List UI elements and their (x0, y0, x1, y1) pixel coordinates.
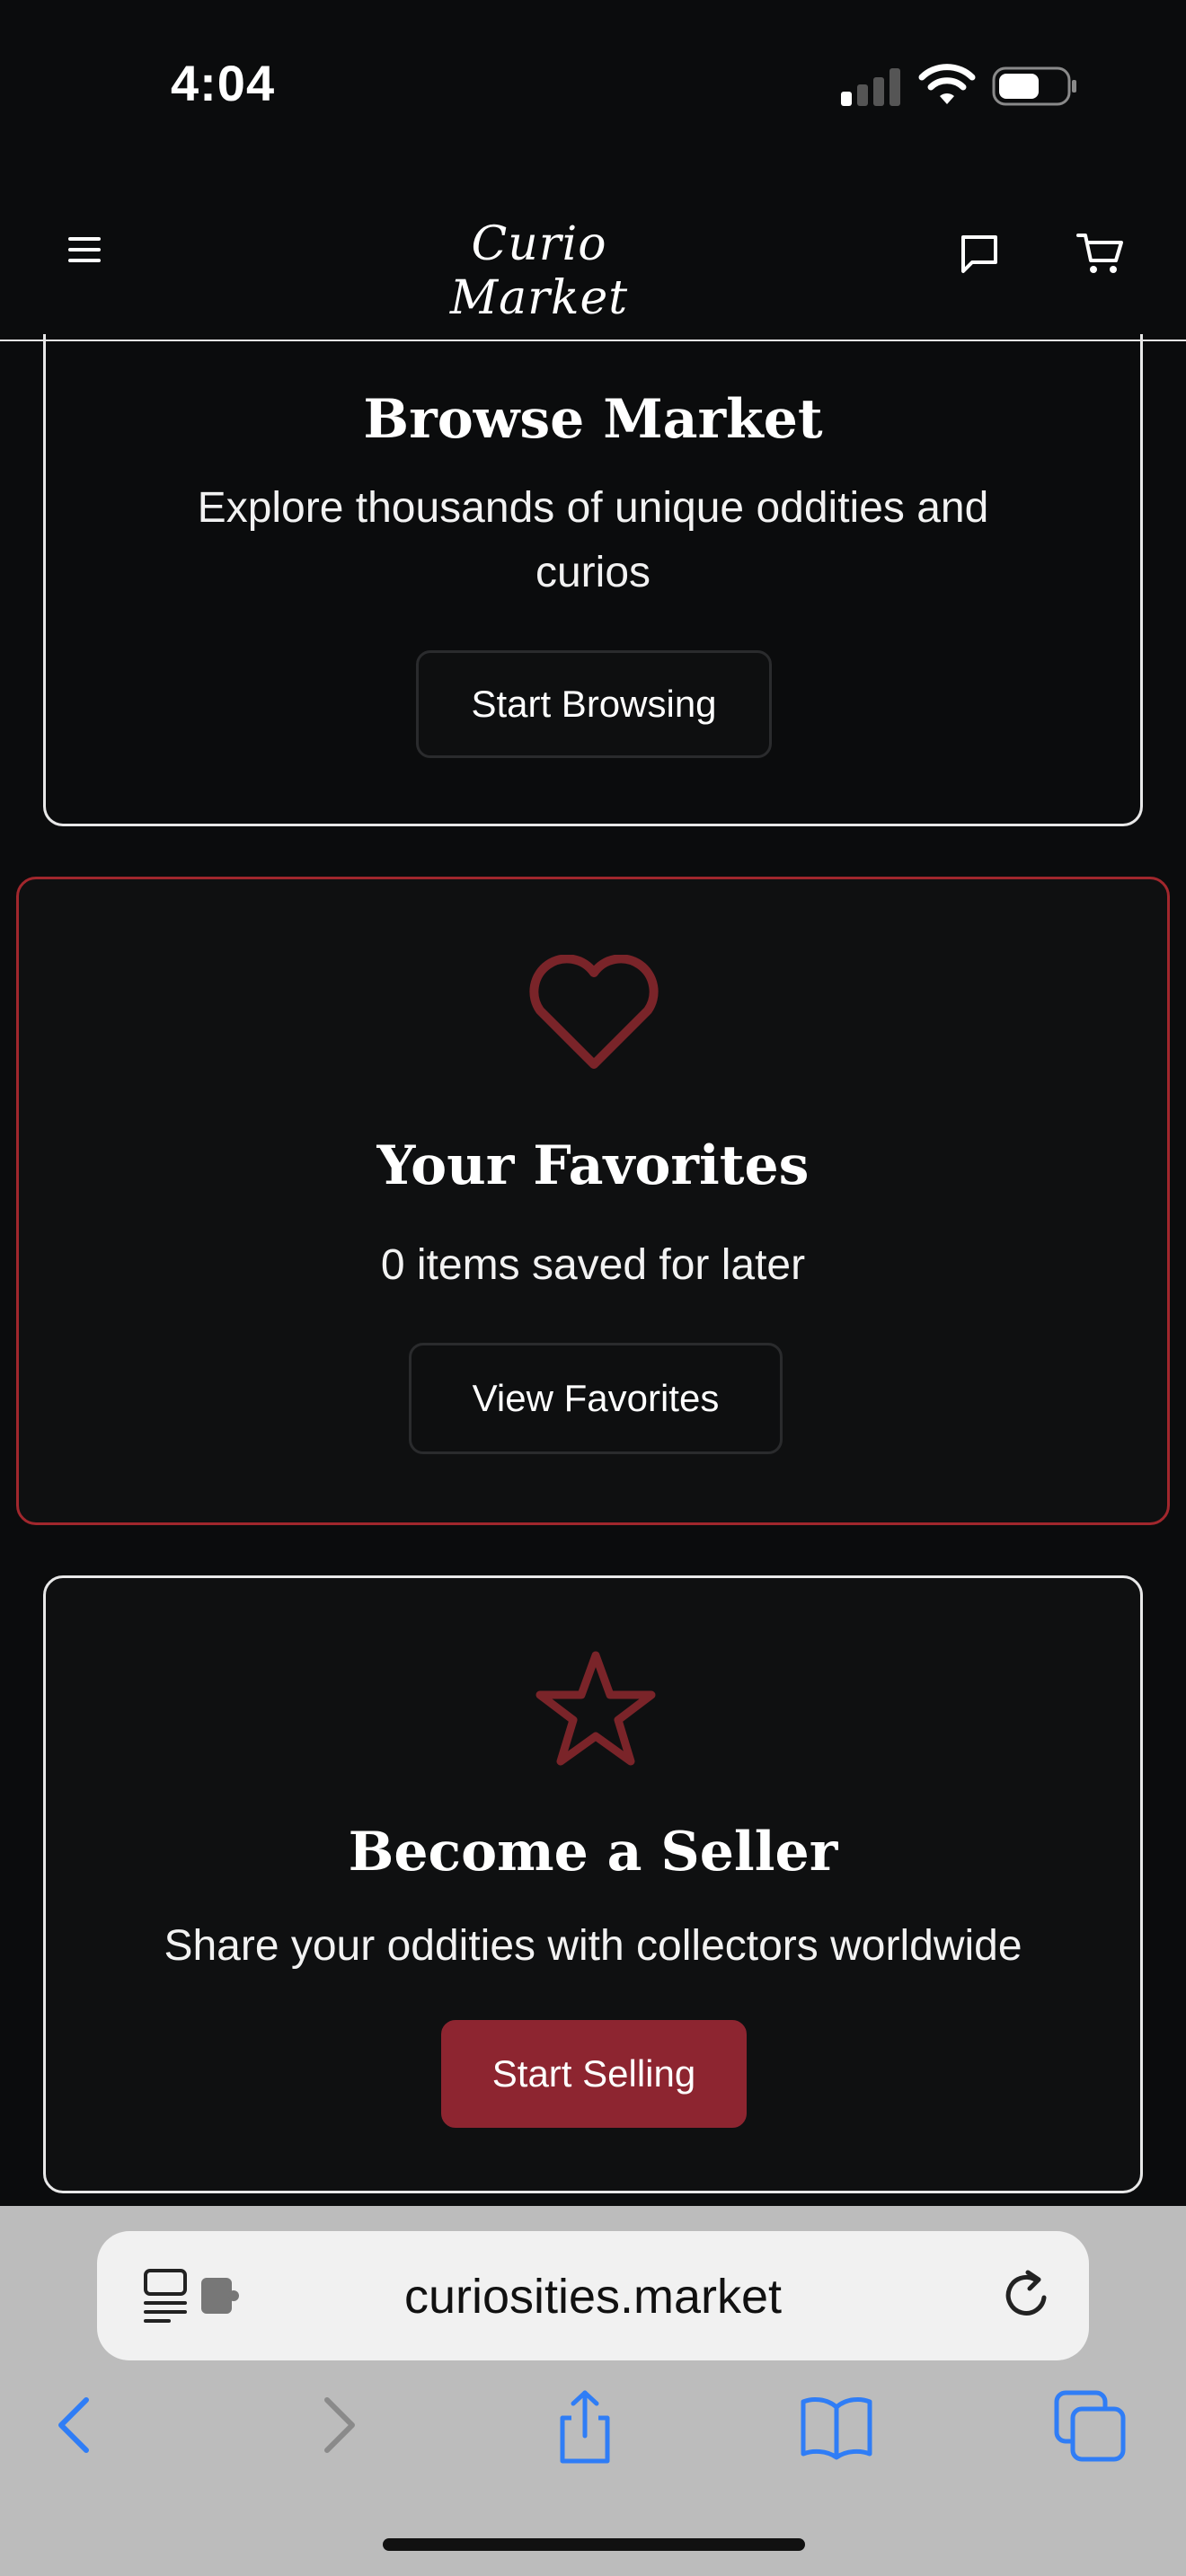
battery-icon (992, 66, 1076, 106)
status-bar: 4:04 (0, 0, 1186, 171)
status-time: 4:04 (171, 55, 276, 111)
card-description-line-2: curios (535, 549, 651, 596)
start-selling-button[interactable]: Start Selling (441, 2020, 747, 2128)
favorites-count-text: 0 items saved for later (380, 1241, 806, 1289)
favorites-card: Your Favorites 0 items saved for later V… (16, 877, 1170, 1525)
card-description-line-1: Explore thousands of unique oddities and (197, 484, 989, 532)
browser-toolbar: curiosities.market (0, 2206, 1186, 2576)
shopping-cart-icon[interactable] (1075, 228, 1125, 278)
home-indicator (383, 2538, 805, 2551)
bookmarks-icon[interactable] (796, 2386, 877, 2466)
card-title: Your Favorites (376, 1134, 810, 1197)
wifi-icon (918, 64, 976, 104)
url-text[interactable]: curiosities.market (97, 2269, 1089, 2325)
reload-icon[interactable] (999, 2267, 1055, 2323)
hamburger-menu-icon[interactable] (63, 226, 110, 273)
forward-icon[interactable] (296, 2386, 377, 2466)
card-description: Share your oddities with collectors worl… (164, 1922, 1022, 1970)
tabs-icon[interactable] (1049, 2386, 1130, 2466)
star-icon (535, 1651, 656, 1766)
browse-market-card: Browse Market Explore thousands of uniqu… (43, 334, 1143, 826)
card-title: Become a Seller (348, 1821, 838, 1883)
site-logo[interactable]: Curio Market (386, 217, 692, 325)
view-favorites-button[interactable]: View Favorites (409, 1343, 783, 1454)
chat-bubble-icon[interactable] (956, 230, 1003, 277)
heart-icon (529, 955, 659, 1069)
app-header: Curio Market (0, 171, 1186, 341)
start-browsing-button[interactable]: Start Browsing (416, 650, 772, 758)
become-seller-card: Become a Seller Share your oddities with… (43, 1575, 1143, 2193)
share-icon[interactable] (544, 2386, 625, 2466)
back-icon[interactable] (36, 2386, 117, 2466)
card-title: Browse Market (363, 388, 823, 451)
cellular-signal-icon (841, 68, 902, 106)
url-bar[interactable]: curiosities.market (97, 2231, 1089, 2360)
